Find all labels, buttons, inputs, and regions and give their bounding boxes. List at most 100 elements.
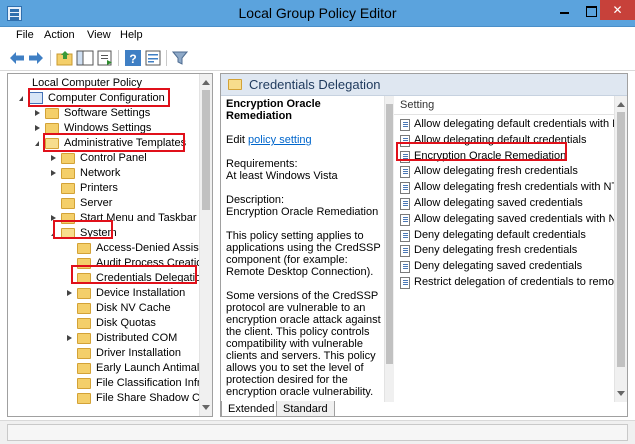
setting-row[interactable]: Allow delegating default credentials wit… xyxy=(400,117,627,132)
collapsed-arrow-icon[interactable] xyxy=(51,155,56,161)
expanded-arrow-icon[interactable] xyxy=(19,96,23,101)
collapsed-arrow-icon[interactable] xyxy=(67,335,72,341)
expanded-arrow-icon[interactable] xyxy=(35,141,39,146)
scroll-up-arrow-icon[interactable] xyxy=(617,102,625,107)
collapsed-arrow-icon[interactable] xyxy=(67,290,72,296)
scroll-thumb[interactable] xyxy=(617,112,625,367)
tree-vertical-scrollbar[interactable] xyxy=(199,74,212,416)
up-folder-icon[interactable] xyxy=(56,49,74,67)
setting-row[interactable]: Encryption Oracle Remediation xyxy=(400,149,622,164)
tree-item[interactable]: Disk NV Cache xyxy=(8,301,198,316)
setting-row[interactable]: Allow delegating fresh credentials xyxy=(400,164,622,179)
edit-prefix: Edit xyxy=(226,134,245,146)
back-arrow-icon[interactable] xyxy=(8,49,26,67)
tree-item[interactable]: Printers xyxy=(8,181,198,196)
folder-icon xyxy=(77,348,91,359)
expanded-arrow-icon[interactable] xyxy=(51,231,55,236)
setting-row[interactable]: Deny delegating default credentials xyxy=(400,228,622,243)
tree-item[interactable]: Disk Quotas xyxy=(8,316,198,331)
tree-item[interactable]: Administrative Templates xyxy=(8,136,198,151)
close-button[interactable]: ✕ xyxy=(600,0,635,20)
tree-item[interactable]: Driver Installation xyxy=(8,346,198,361)
tree-item[interactable]: Early Launch Antimalwa xyxy=(8,361,212,376)
tab-standard[interactable]: Standard xyxy=(276,401,335,417)
tree-item[interactable]: Server xyxy=(8,196,198,211)
folder-icon xyxy=(77,303,91,314)
menu-help[interactable]: Help xyxy=(120,29,143,41)
menu-file[interactable]: File xyxy=(16,29,34,41)
setting-row[interactable]: Deny delegating fresh credentials xyxy=(400,243,622,258)
setting-row[interactable]: Allow delegating fresh credentials with … xyxy=(400,180,627,195)
filter-icon[interactable] xyxy=(171,49,189,67)
details-vertical-scrollbar[interactable] xyxy=(614,96,627,402)
toolbar-separator xyxy=(166,50,167,66)
tree-item[interactable]: File Share Shadow Copy xyxy=(8,391,212,406)
forward-arrow-icon[interactable] xyxy=(27,49,45,67)
setting-label: Deny delegating fresh credentials xyxy=(414,244,578,257)
tab-extended[interactable]: Extended xyxy=(221,401,282,417)
folder-icon xyxy=(228,79,242,90)
scroll-up-arrow-icon[interactable] xyxy=(202,80,210,85)
collapsed-arrow-icon[interactable] xyxy=(51,170,56,176)
tree-item[interactable]: Credentials Delegation xyxy=(8,271,207,286)
tree-item-label: Computer Configuration xyxy=(48,92,165,104)
menu-view[interactable]: View xyxy=(87,29,111,41)
tree-item[interactable]: Software Settings xyxy=(8,106,198,121)
minimize-button[interactable] xyxy=(552,0,578,20)
tree-item[interactable]: Device Installation xyxy=(8,286,198,301)
status-bar xyxy=(0,420,635,444)
setting-row[interactable]: Allow delegating saved credentials with … xyxy=(400,212,627,227)
setting-row[interactable]: Allow delegating saved credentials xyxy=(400,196,622,211)
tree-item-label: Credentials Delegation xyxy=(96,272,208,284)
tree-item-label: Access-Denied Assistanc xyxy=(96,242,213,254)
menu-action[interactable]: Action xyxy=(44,29,75,41)
help-icon[interactable]: ? xyxy=(124,49,142,67)
policy-setting-icon xyxy=(400,213,410,226)
scroll-down-arrow-icon[interactable] xyxy=(202,405,210,410)
policy-title: Encryption Oracle Remediation xyxy=(226,98,321,122)
details-header: Credentials Delegation xyxy=(221,74,627,96)
properties-icon[interactable] xyxy=(144,49,162,67)
export-list-icon[interactable] xyxy=(96,49,114,67)
tree-item-label: Control Panel xyxy=(80,152,147,164)
setting-label: Allow delegating fresh credentials xyxy=(414,165,578,178)
policy-setting-icon xyxy=(400,150,410,163)
setting-row[interactable]: Allow delegating default credentials xyxy=(400,133,622,148)
tree-item[interactable]: Windows Settings xyxy=(8,121,198,136)
tree-item[interactable]: File Classification Infrast xyxy=(8,376,212,391)
tree-item[interactable]: Audit Process Creation xyxy=(8,256,209,271)
tree-item[interactable]: System xyxy=(8,226,198,241)
tree-item[interactable]: Network xyxy=(8,166,198,181)
scroll-thumb[interactable] xyxy=(386,104,393,364)
scroll-thumb[interactable] xyxy=(202,90,210,210)
setting-row[interactable]: Restrict delegation of credentials to re… xyxy=(400,275,627,290)
folder-icon xyxy=(77,393,91,404)
tree-item[interactable]: Distributed COM xyxy=(8,331,198,346)
tree-item[interactable]: Computer Configuration xyxy=(8,91,198,106)
show-hide-tree-icon[interactable] xyxy=(76,49,94,67)
folder-icon xyxy=(77,333,91,344)
collapsed-arrow-icon[interactable] xyxy=(35,125,40,131)
collapsed-arrow-icon[interactable] xyxy=(35,110,40,116)
tree-item[interactable]: Access-Denied Assistanc xyxy=(8,241,212,256)
setting-row[interactable]: Deny delegating saved credentials xyxy=(400,259,622,274)
collapsed-arrow-icon[interactable] xyxy=(51,215,56,221)
tree-item-label: System xyxy=(80,227,117,239)
tree-item[interactable]: Control Panel xyxy=(8,151,198,166)
folder-icon xyxy=(77,363,91,374)
scroll-down-arrow-icon[interactable] xyxy=(617,391,625,396)
edit-policy-setting-link[interactable]: policy setting xyxy=(248,134,312,146)
folder-icon xyxy=(61,198,75,209)
requirements-value: At least Windows Vista xyxy=(226,170,338,182)
tree-item-label: Network xyxy=(80,167,121,179)
tree-item[interactable]: Start Menu and Taskbar xyxy=(8,211,198,226)
description-vertical-scrollbar[interactable] xyxy=(384,96,394,402)
details-header-title: Credentials Delegation xyxy=(249,77,381,92)
requirements-label: Requirements: xyxy=(226,158,298,170)
description-value: Encryption Oracle Remediation xyxy=(226,206,379,218)
policy-setting-icon xyxy=(400,198,410,210)
settings-column-header[interactable]: Setting xyxy=(394,96,627,115)
policy-setting-icon xyxy=(400,182,410,195)
description-block: Description: Encryption Oracle Remediati… xyxy=(226,194,389,218)
tree-item-label: Administrative Templates xyxy=(64,137,187,149)
